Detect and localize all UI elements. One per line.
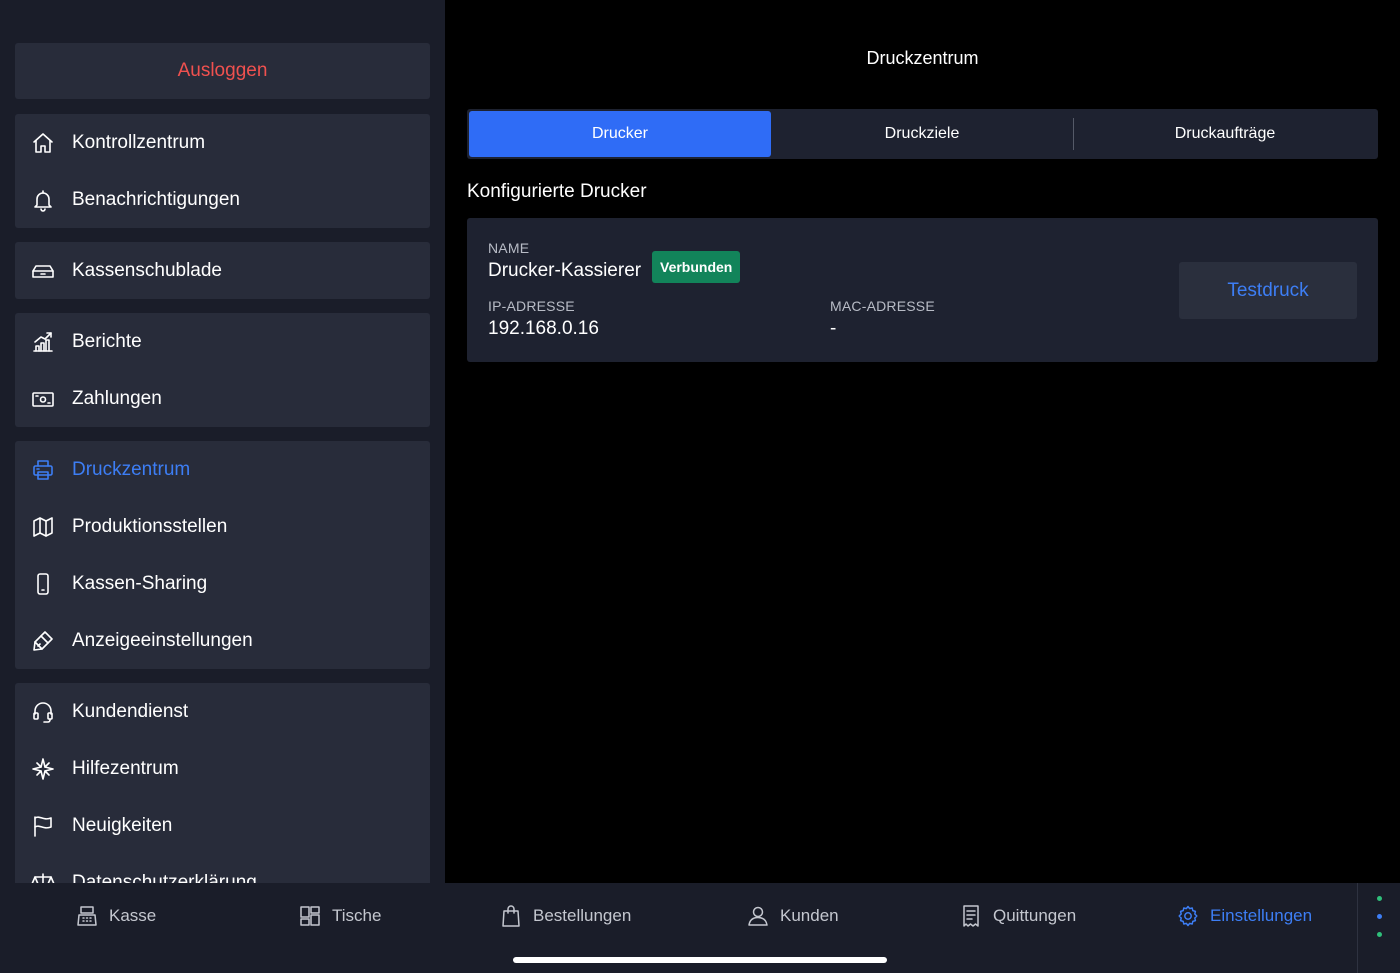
sidebar-group-reports: Berichte Zahlungen [15, 313, 430, 427]
chart-icon [31, 330, 55, 354]
section-title: Konfigurierte Drucker [467, 181, 647, 202]
tab-bar: Drucker Druckziele Druckaufträge [467, 109, 1378, 159]
user-icon [746, 904, 770, 928]
status-dot [1377, 932, 1382, 937]
nav-quittungen[interactable]: Quittungen [959, 883, 1076, 949]
nav-einstellungen[interactable]: Einstellungen [1176, 883, 1312, 949]
page-title: Druckzentrum [866, 48, 979, 68]
tab-druckziele[interactable]: Druckziele [771, 111, 1073, 157]
sidebar-item-berichte[interactable]: Berichte [15, 313, 430, 370]
nav-label: Einstellungen [1210, 906, 1313, 925]
map-icon [31, 515, 55, 539]
register-icon [75, 904, 99, 928]
sidebar-item-kassen-sharing[interactable]: Kassen-Sharing [15, 555, 430, 612]
sidebar: Ausloggen Kontrollzentrum Benachrichtigu… [0, 0, 445, 883]
sidebar-item-label: Produktionsstellen [72, 515, 228, 537]
sidebar-item-neuigkeiten[interactable]: Neuigkeiten [15, 797, 430, 854]
tab-druckauftraege[interactable]: Druckaufträge [1074, 111, 1376, 157]
status-badge: Verbunden [652, 251, 741, 283]
nav-label: Tische [332, 906, 382, 925]
home-indicator[interactable] [513, 957, 887, 963]
sidebar-item-zahlungen[interactable]: Zahlungen [15, 370, 430, 427]
ip-label: IP-ADRESSE [488, 298, 575, 314]
sidebar-item-label: Kontrollzentrum [72, 131, 206, 153]
printer-card[interactable]: NAME Drucker-Kassierer Verbunden IP-ADRE… [467, 218, 1378, 362]
test-print-button[interactable]: Testdruck [1179, 262, 1357, 319]
nav-label: Quittungen [993, 906, 1077, 925]
headset-icon [31, 700, 55, 724]
bell-icon [31, 188, 55, 212]
sidebar-item-datenschutzerklaerung[interactable]: Datenschutzerklärung [15, 854, 430, 883]
logout-button[interactable]: Ausloggen [15, 43, 430, 99]
sidebar-item-label: Datenschutzerklärung [72, 871, 257, 884]
sidebar-item-kontrollzentrum[interactable]: Kontrollzentrum [15, 114, 430, 171]
gear-icon [1176, 904, 1200, 928]
nav-tische[interactable]: Tische [298, 883, 381, 949]
sidebar-item-druckzentrum[interactable]: Druckzentrum [15, 441, 430, 498]
sidebar-item-label: Kundendienst [72, 700, 189, 722]
nav-bestellungen[interactable]: Bestellungen [499, 883, 631, 949]
sidebar-item-label: Kassenschublade [72, 259, 222, 281]
status-dot [1377, 914, 1382, 919]
sidebar-item-label: Zahlungen [72, 387, 162, 409]
brush-icon [31, 629, 55, 653]
sidebar-group-control: Kontrollzentrum Benachrichtigungen [15, 114, 430, 228]
tab-drucker[interactable]: Drucker [469, 111, 771, 157]
sidebar-item-label: Neuigkeiten [72, 814, 173, 836]
sidebar-item-label: Berichte [72, 330, 142, 352]
home-icon [31, 131, 55, 155]
nav-kasse[interactable]: Kasse [75, 883, 156, 949]
name-label: NAME [488, 240, 530, 256]
nav-label: Bestellungen [533, 906, 632, 925]
receipt-icon [959, 904, 983, 928]
sidebar-item-kassenschublade[interactable]: Kassenschublade [15, 242, 430, 299]
bag-icon [499, 904, 523, 928]
ip-value: 192.168.0.16 [488, 318, 599, 339]
drawer-icon [31, 259, 55, 283]
nav-kunden[interactable]: Kunden [746, 883, 839, 949]
sidebar-item-label: Benachrichtigungen [72, 188, 240, 210]
compass-icon [31, 757, 55, 781]
sidebar-item-benachrichtigungen[interactable]: Benachrichtigungen [15, 171, 430, 228]
sidebar-item-hilfezentrum[interactable]: Hilfezentrum [15, 740, 430, 797]
sidebar-group-settings: Druckzentrum Produktionsstellen Kassen-S… [15, 441, 430, 669]
sidebar-item-label: Anzeigeeinstellungen [72, 629, 253, 651]
status-dot [1377, 896, 1382, 901]
nav-label: Kasse [109, 906, 157, 925]
mac-value: - [830, 318, 837, 339]
phone-icon [31, 572, 55, 596]
sidebar-item-label: Hilfezentrum [72, 757, 179, 779]
main-content: Druckzentrum Drucker Druckziele Druckauf… [445, 0, 1400, 883]
sidebar-item-produktionsstellen[interactable]: Produktionsstellen [15, 498, 430, 555]
money-icon [31, 387, 55, 411]
sidebar-group-help: Kundendienst Hilfezentrum Neuigkeiten Da… [15, 683, 430, 883]
scale-icon [31, 871, 55, 883]
printer-icon [31, 458, 55, 482]
sidebar-item-label: Druckzentrum [72, 458, 191, 480]
sidebar-item-label: Kassen-Sharing [72, 572, 208, 594]
flag-icon [31, 814, 55, 838]
nav-label: Kunden [780, 906, 839, 925]
sidebar-item-kundendienst[interactable]: Kundendienst [15, 683, 430, 740]
sidebar-item-anzeigeeinstellungen[interactable]: Anzeigeeinstellungen [15, 612, 430, 669]
status-dots [1357, 883, 1400, 973]
sidebar-group-drawer: Kassenschublade [15, 242, 430, 299]
mac-label: MAC-ADRESSE [830, 298, 935, 314]
printer-name: Drucker-Kassierer [488, 260, 642, 281]
tables-icon [298, 904, 322, 928]
